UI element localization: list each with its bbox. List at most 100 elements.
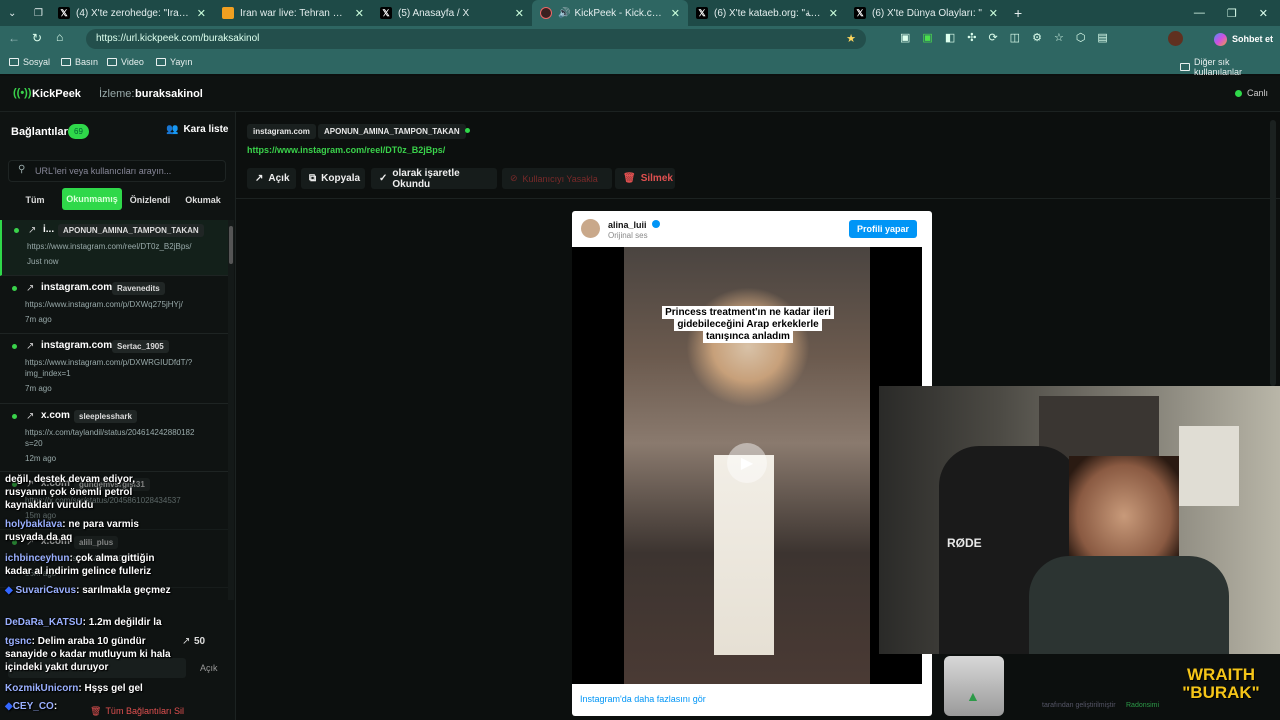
- close-icon[interactable]: ✕: [989, 7, 998, 20]
- copilot-button[interactable]: Sohbet et: [1214, 30, 1273, 48]
- tab-2[interactable]: 𝕏 (5) Anasayfa / X ✕: [372, 0, 532, 26]
- extension-icon[interactable]: ▣: [922, 31, 932, 44]
- avatar[interactable]: [1168, 31, 1183, 46]
- tab-5[interactable]: 𝕏 (6) X'te Dünya Olayları: " ✕: [846, 0, 1006, 26]
- tab-1[interactable]: Iran war live: Tehran will skip talks ✕: [214, 0, 372, 26]
- item-site: instagram.com: [41, 340, 113, 351]
- filter-unread[interactable]: Okunmamış: [62, 188, 122, 210]
- chevron-down-icon: ⌄: [8, 7, 17, 19]
- credit-link[interactable]: Radonsimi: [1126, 702, 1159, 709]
- extension-icon[interactable]: ✣: [967, 31, 976, 44]
- extension-icon[interactable]: ◧: [945, 31, 955, 44]
- bookmark-folder[interactable]: Basın: [61, 57, 98, 67]
- mark-read-button[interactable]: ✓ olarak işaretle Okundu: [371, 168, 497, 190]
- footer-open-button[interactable]: Açık: [200, 663, 218, 673]
- scrollbar-thumb[interactable]: [229, 226, 233, 264]
- external-link-icon[interactable]: ↗: [26, 411, 34, 422]
- close-icon[interactable]: ✕: [355, 7, 364, 20]
- list-item[interactable]: ↗ x.com sleeplesshark https://x.com/tayl…: [0, 406, 228, 472]
- live-dot: [1235, 90, 1242, 97]
- favorite-star-icon[interactable]: ★: [846, 32, 856, 45]
- settings-icon[interactable]: ⚙: [1032, 31, 1042, 44]
- back-icon[interactable]: ←: [8, 31, 20, 45]
- footer-count: 50: [194, 636, 206, 647]
- tab-actions-menu[interactable]: ⌄: [0, 0, 26, 26]
- folder-icon: [9, 58, 19, 66]
- list-item[interactable]: ↗ instagram.com Ravenedits https://www.i…: [0, 278, 228, 334]
- workspaces-button[interactable]: ❐: [26, 0, 50, 26]
- tab-3[interactable]: 🔊 KickPeek - Kick.com için Gerç ✕: [532, 0, 688, 26]
- extension-icon[interactable]: ▣: [900, 31, 910, 44]
- bookmark-folder[interactable]: Video: [107, 57, 144, 67]
- close-icon[interactable]: ✕: [515, 7, 524, 20]
- filter-all[interactable]: Tüm: [20, 190, 50, 210]
- external-link-icon[interactable]: ↗: [28, 225, 36, 236]
- connections-title: Bağlantılar: [11, 126, 68, 138]
- avatar[interactable]: [581, 219, 600, 238]
- list-item[interactable]: ↗ i... APONUN_AMINA_TAMPON_TAKAN https:/…: [0, 220, 228, 276]
- url-text: https://url.kickpeek.com/buraksakinol: [96, 33, 260, 44]
- connections-count-badge: 69: [68, 124, 89, 139]
- close-window-icon[interactable]: ✕: [1259, 7, 1268, 20]
- view-profile-button[interactable]: Profili yapar: [849, 220, 918, 238]
- bookmark-folder[interactable]: Sosyal: [9, 57, 50, 67]
- tab-4[interactable]: 𝕏 (6) X'te kataeb.org: "للمواصل الافتراض…: [688, 0, 846, 26]
- chat-message: ichbinceyhun: çok alma gittiğin kadar al…: [5, 553, 155, 577]
- search-input[interactable]: ⚲ URL'leri veya kullanıcıları arayın...: [8, 160, 226, 182]
- tab-0[interactable]: 𝕏 (4) X'te zerohedge: "Iran willing to ✕: [50, 0, 214, 26]
- open-button[interactable]: ↗ Açık: [247, 168, 296, 189]
- close-icon[interactable]: ✕: [671, 7, 680, 20]
- app-logo[interactable]: KickPeek: [32, 88, 81, 100]
- minimize-icon[interactable]: —: [1194, 7, 1205, 19]
- play-icon[interactable]: ▶: [727, 443, 767, 483]
- bookmark-folder[interactable]: Yayın: [156, 57, 192, 67]
- folder-icon: [107, 58, 117, 66]
- external-link-icon[interactable]: ↗: [26, 341, 34, 352]
- main-scrollbar[interactable]: [1270, 120, 1276, 386]
- video-area[interactable]: Princess treatment'ın ne kadar ileri gid…: [572, 247, 922, 684]
- embed-username[interactable]: alina_luii: [608, 220, 647, 230]
- video-caption-text: Princess treatment'ın ne kadar ileri gid…: [662, 306, 834, 343]
- list-item[interactable]: ↗ instagram.com Sertac_1905 https://www.…: [0, 336, 228, 404]
- blacklist-button[interactable]: 👥 Kara liste: [166, 124, 228, 135]
- new-tab-button[interactable]: +: [1006, 0, 1034, 26]
- address-bar[interactable]: https://url.kickpeek.com/buraksakinol ★: [86, 29, 866, 49]
- trash-icon: 🗑: [623, 173, 636, 184]
- item-site: instagram.com: [41, 282, 113, 293]
- home-icon[interactable]: ⌂: [56, 30, 63, 44]
- detail-url-link[interactable]: https://www.instagram.com/reel/DT0z_B2jB…: [247, 145, 445, 155]
- x-icon: 𝕏: [58, 7, 70, 19]
- external-link-icon[interactable]: ↗: [26, 283, 34, 294]
- filter-read[interactable]: Okumak: [184, 190, 222, 210]
- other-bookmarks[interactable]: Diğer sık kullanılanlar: [1180, 57, 1280, 77]
- item-url: https://www.instagram.com/p/DXWRGIUDfdT/…: [25, 358, 193, 367]
- speaker-icon[interactable]: 🔊: [558, 8, 570, 19]
- split-screen-icon[interactable]: ◫: [1010, 31, 1020, 44]
- person-body: [1029, 556, 1229, 654]
- item-site: x.com: [41, 410, 70, 421]
- workspaces-icon: ❐: [34, 7, 43, 19]
- close-icon[interactable]: ✕: [197, 7, 206, 20]
- video-frame: Princess treatment'ın ne kadar ileri gid…: [624, 247, 870, 684]
- favorites-icon[interactable]: ☆: [1054, 31, 1064, 44]
- watching-label: İzleme:: [99, 88, 135, 100]
- ban-user-button[interactable]: ⊘ Kullanıcıyı Yasakla: [502, 168, 612, 189]
- delete-button[interactable]: 🗑 Silmek: [615, 168, 675, 189]
- sponsor-logo: ▲: [944, 656, 1004, 716]
- filter-previewed[interactable]: Önizlendi: [130, 190, 171, 210]
- browser-tab-bar: ⌄ ❐ 𝕏 (4) X'te zerohedge: "Iran willing …: [0, 0, 1280, 26]
- sidebar-scrollbar[interactable]: [228, 220, 234, 600]
- close-icon[interactable]: ✕: [829, 7, 838, 20]
- chat-message: değil, destek devam ediyor, rusyanın çok…: [5, 473, 175, 512]
- chat-text: Hşşs gel gel: [84, 683, 143, 694]
- view-more-link[interactable]: Instagram'da daha fazlasını gör: [580, 694, 706, 704]
- restore-icon[interactable]: ❐: [1227, 7, 1237, 20]
- copy-button[interactable]: ⧉ Kopyala: [301, 168, 365, 189]
- extensions-icon[interactable]: ⬡: [1076, 31, 1086, 44]
- chat-user: holybaklava: [5, 519, 63, 530]
- external-link-icon: ↗: [182, 636, 191, 647]
- refresh-icon[interactable]: ↻: [32, 31, 42, 45]
- chat-user: DeDaRa_KATSU: [5, 617, 83, 628]
- extension-icon[interactable]: ⟳: [988, 31, 997, 44]
- collections-icon[interactable]: ▤: [1097, 31, 1107, 44]
